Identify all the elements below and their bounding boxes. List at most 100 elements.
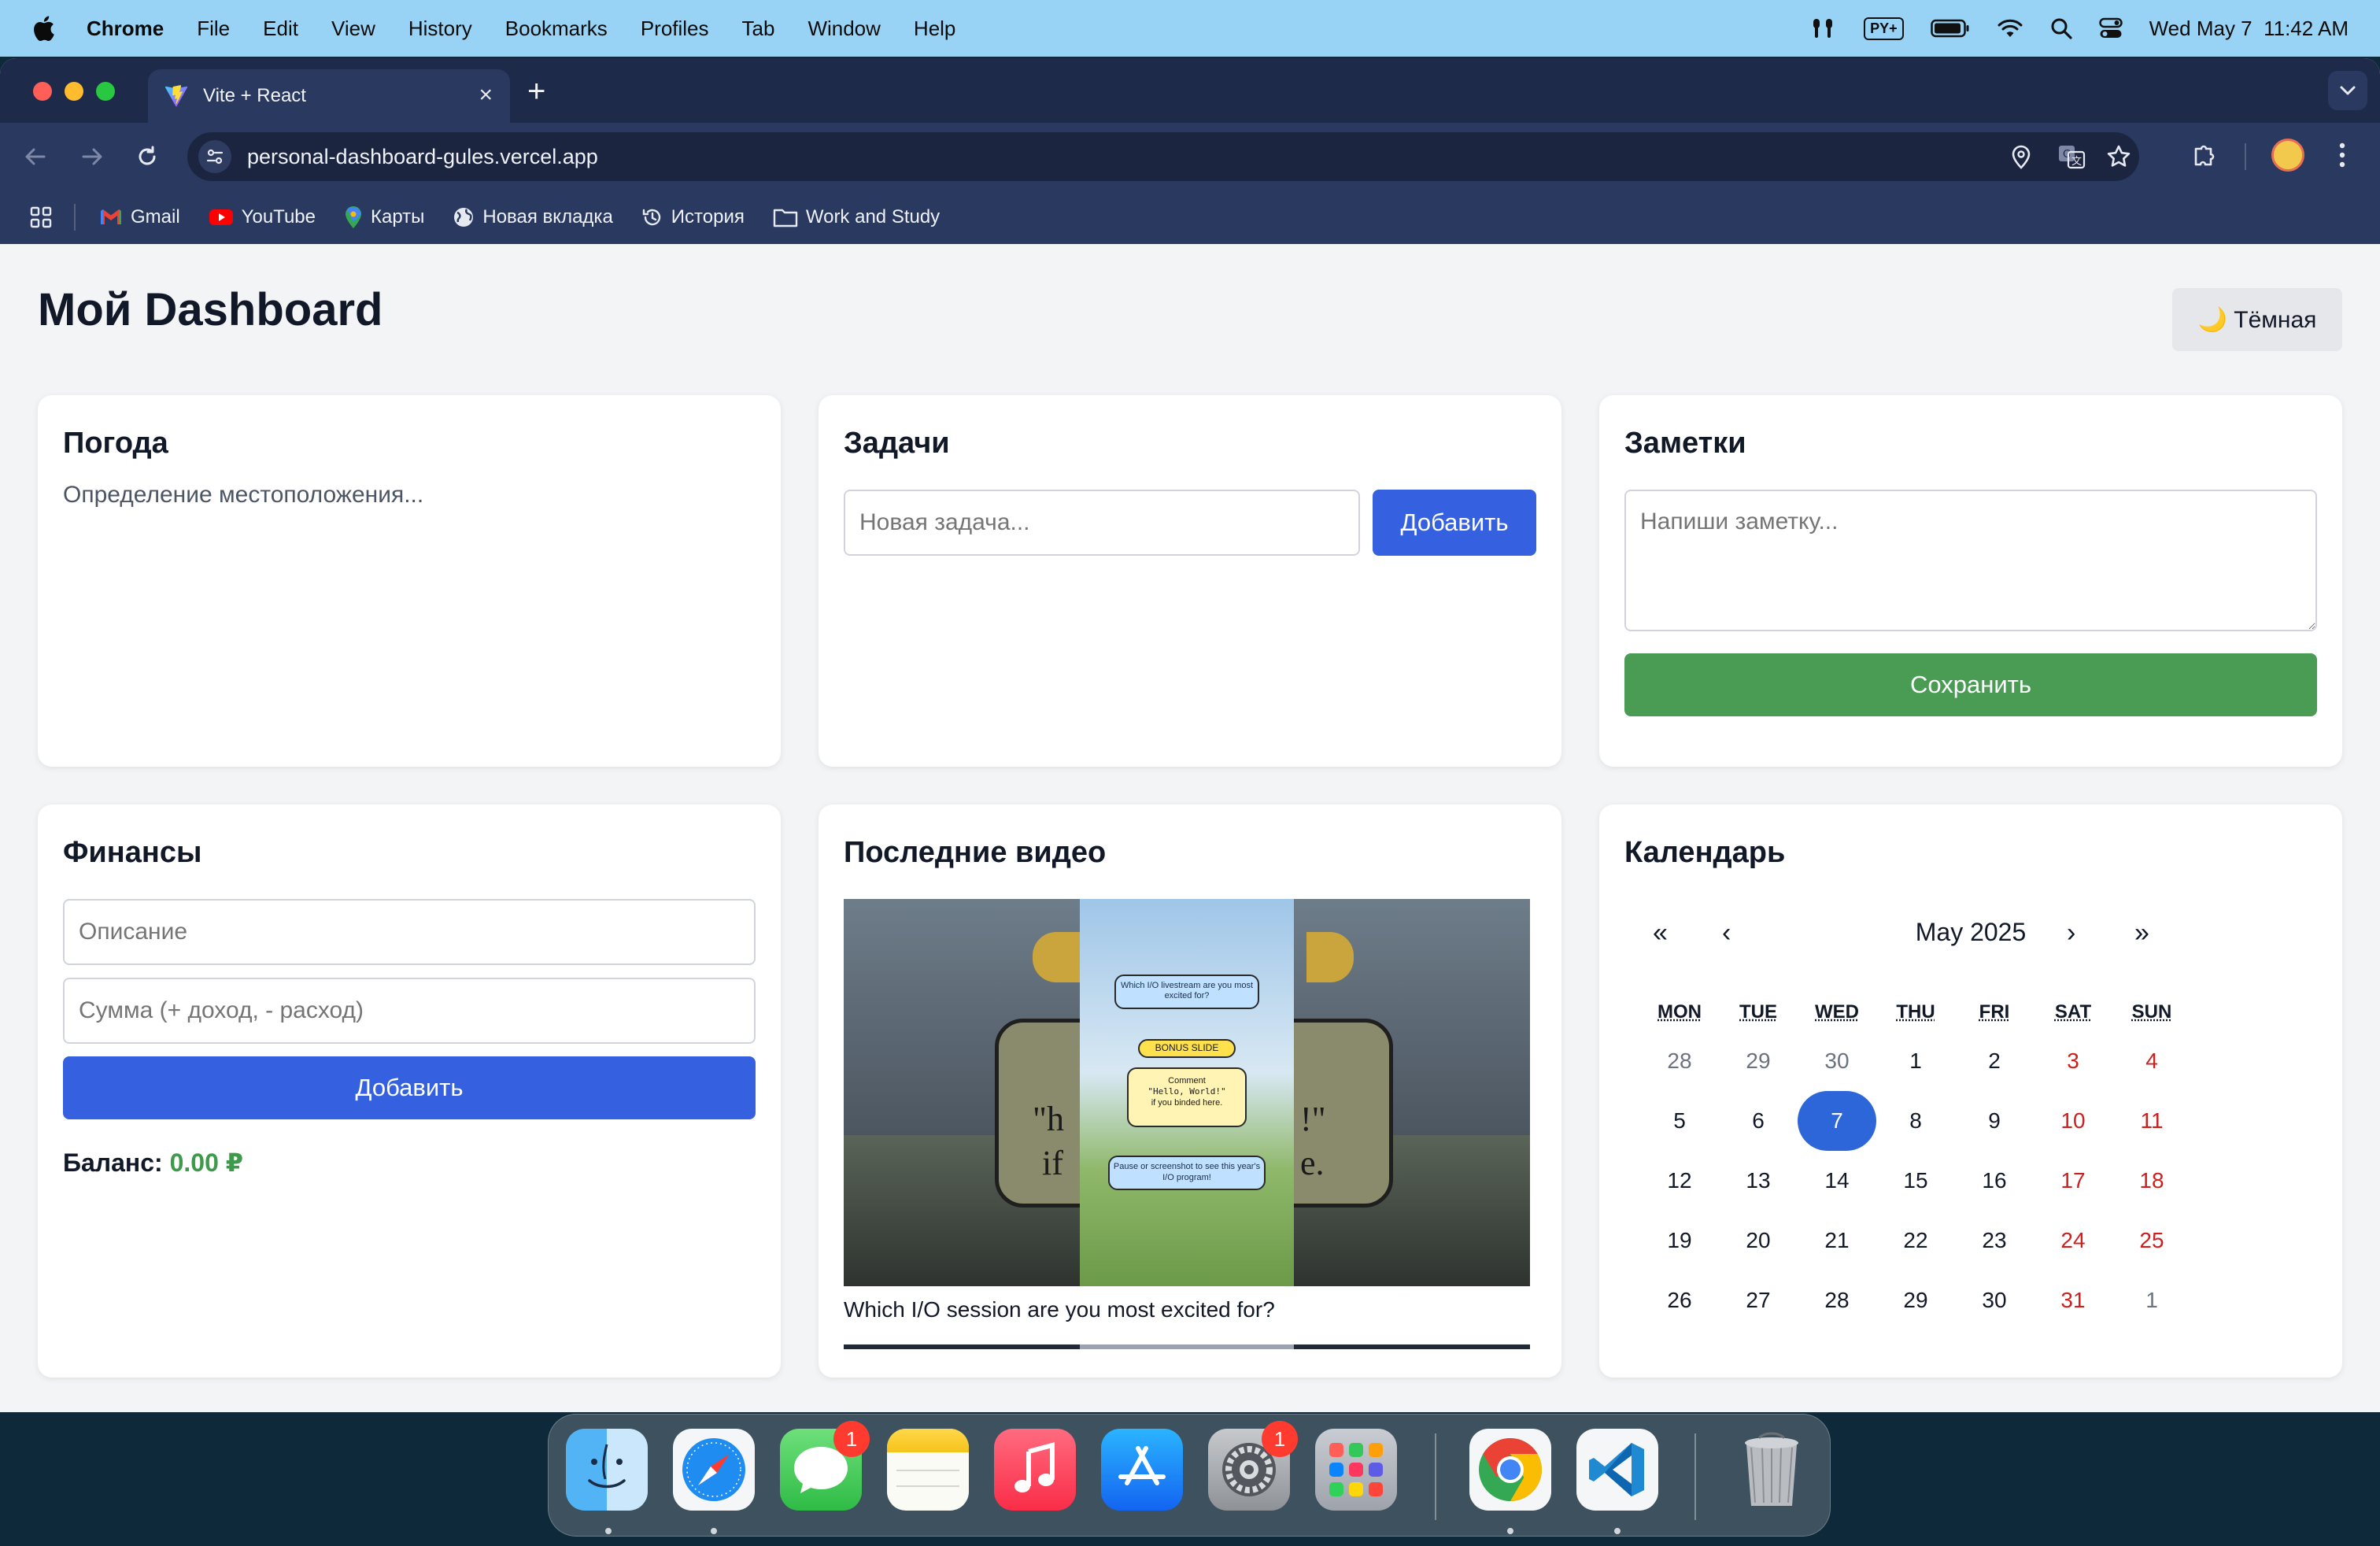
location-pin-icon[interactable] [2010, 144, 2032, 169]
calendar-day[interactable]: 5 [1640, 1091, 1719, 1151]
note-textarea[interactable] [1624, 490, 2317, 631]
bookmark-new-tab[interactable]: Новая вкладка [453, 206, 613, 228]
calendar-day[interactable]: 27 [1719, 1270, 1798, 1330]
dock-messages[interactable]: 1 [780, 1421, 870, 1511]
chrome-menu-kebab-icon[interactable] [2338, 142, 2347, 168]
add-task-button[interactable]: Добавить [1373, 490, 1536, 556]
input-source-badge[interactable]: PY+ [1864, 17, 1904, 40]
calendar-day[interactable]: 14 [1798, 1151, 1876, 1211]
apple-icon[interactable] [31, 15, 55, 42]
tab-vite-react[interactable]: Vite + React × [148, 69, 510, 123]
menu-chrome[interactable]: Chrome [87, 17, 164, 41]
dock-finder[interactable] [566, 1429, 648, 1511]
bookmark-gmail[interactable]: Gmail [99, 206, 180, 228]
calendar-day[interactable]: 28 [1798, 1270, 1876, 1330]
site-info-icon[interactable] [198, 140, 231, 173]
minimize-window-button[interactable] [65, 82, 83, 101]
calendar-day[interactable]: 24 [2034, 1211, 2112, 1270]
dock-trash[interactable] [1731, 1429, 1813, 1511]
menu-history[interactable]: History [408, 17, 472, 41]
menu-help[interactable]: Help [914, 17, 955, 41]
calendar-day[interactable]: 16 [1955, 1151, 2034, 1211]
calendar-day[interactable]: 11 [2112, 1091, 2191, 1151]
calendar-day[interactable]: 15 [1876, 1151, 1955, 1211]
add-transaction-button[interactable]: Добавить [63, 1056, 756, 1119]
bookmark-youtube[interactable]: YouTube [209, 206, 316, 228]
calendar-day[interactable]: 29 [1876, 1270, 1955, 1330]
calendar-day[interactable]: 31 [2034, 1270, 2112, 1330]
calendar-day[interactable]: 3 [2034, 1031, 2112, 1091]
dock-music[interactable] [994, 1429, 1076, 1511]
menu-file[interactable]: File [197, 17, 230, 41]
menu-bookmarks[interactable]: Bookmarks [505, 17, 608, 41]
calendar-day[interactable]: 21 [1798, 1211, 1876, 1270]
bookmark-folder-work-study[interactable]: Work and Study [773, 206, 940, 228]
reload-button[interactable] [131, 140, 164, 173]
apps-grid-icon[interactable] [30, 206, 52, 228]
zoom-window-button[interactable] [96, 82, 115, 101]
calendar-day[interactable]: 26 [1640, 1270, 1719, 1330]
calendar-day[interactable]: 10 [2034, 1091, 2112, 1151]
extensions-puzzle-icon[interactable] [2191, 142, 2218, 168]
battery-icon[interactable] [1930, 19, 1970, 38]
calendar-day[interactable]: 1 [1876, 1031, 1955, 1091]
dock-notes[interactable] [887, 1429, 969, 1511]
dock-system-settings[interactable]: 1 [1208, 1421, 1298, 1511]
save-note-button[interactable]: Сохранить [1624, 653, 2317, 716]
calendar-day[interactable]: 13 [1719, 1151, 1798, 1211]
menu-edit[interactable]: Edit [263, 17, 298, 41]
calendar-day[interactable]: 22 [1876, 1211, 1955, 1270]
calendar-day[interactable]: 30 [1955, 1270, 2034, 1330]
dock-safari[interactable] [673, 1429, 755, 1511]
profile-avatar[interactable] [2271, 139, 2304, 172]
new-tab-button[interactable]: + [527, 76, 545, 107]
calendar-day[interactable]: 19 [1640, 1211, 1719, 1270]
calendar-day[interactable]: 6 [1719, 1091, 1798, 1151]
menu-view[interactable]: View [331, 17, 375, 41]
dark-theme-toggle-button[interactable]: 🌙 Тёмная [2172, 288, 2342, 351]
forward-button[interactable] [76, 140, 109, 173]
dock-app-store[interactable] [1101, 1429, 1183, 1511]
calendar-month-label[interactable]: May 2025 [1599, 918, 2342, 947]
wifi-icon[interactable] [1997, 18, 2023, 39]
calendar-next-year-button[interactable]: » [2134, 918, 2149, 949]
spotlight-search-icon[interactable] [2050, 17, 2072, 39]
calendar-day[interactable]: 8 [1876, 1091, 1955, 1151]
bookmark-star-icon[interactable] [2106, 144, 2131, 169]
calendar-day[interactable]: 4 [2112, 1031, 2191, 1091]
dock-launchpad[interactable] [1315, 1429, 1397, 1511]
bookmark-maps[interactable]: Карты [344, 205, 424, 229]
calendar-day[interactable]: 17 [2034, 1151, 2112, 1211]
calendar-day[interactable]: 30 [1798, 1031, 1876, 1091]
dock-vscode[interactable] [1576, 1429, 1658, 1511]
menu-profiles[interactable]: Profiles [641, 17, 709, 41]
calendar-day[interactable]: 1 [2112, 1270, 2191, 1330]
video-caption[interactable]: Which I/O session are you most excited f… [844, 1297, 1275, 1322]
address-bar[interactable]: personal-dashboard-gules.vercel.app G文 [187, 132, 2139, 181]
calendar-day-today[interactable]: 7 [1798, 1091, 1876, 1151]
translate-icon[interactable]: G文 [2057, 144, 2086, 169]
calendar-day[interactable]: 25 [2112, 1211, 2191, 1270]
calendar-day[interactable]: 20 [1719, 1211, 1798, 1270]
calendar-next-month-button[interactable]: › [2067, 918, 2075, 949]
tab-close-icon[interactable]: × [479, 83, 493, 107]
calendar-day[interactable]: 29 [1719, 1031, 1798, 1091]
video-thumbnail[interactable]: "h if !" e. Which I/O livestream are you… [844, 899, 1530, 1286]
control-center-icon[interactable] [2098, 17, 2123, 39]
url-text[interactable]: personal-dashboard-gules.vercel.app [247, 132, 598, 181]
menu-window[interactable]: Window [808, 17, 880, 41]
calendar-day[interactable]: 28 [1640, 1031, 1719, 1091]
finance-description-input[interactable] [63, 899, 756, 965]
calendar-day[interactable]: 9 [1955, 1091, 2034, 1151]
new-task-input[interactable] [844, 490, 1360, 556]
calendar-day[interactable]: 12 [1640, 1151, 1719, 1211]
finance-amount-input[interactable] [63, 978, 756, 1044]
back-button[interactable] [19, 140, 52, 173]
airpods-icon[interactable] [1809, 17, 1837, 40]
calendar-day[interactable]: 2 [1955, 1031, 2034, 1091]
calendar-day[interactable]: 23 [1955, 1211, 2034, 1270]
calendar-day[interactable]: 18 [2112, 1151, 2191, 1211]
tab-search-button[interactable] [2328, 71, 2367, 110]
menu-tab[interactable]: Tab [742, 17, 775, 41]
menubar-clock[interactable]: Wed May 7 11:42 AM [2149, 17, 2349, 41]
